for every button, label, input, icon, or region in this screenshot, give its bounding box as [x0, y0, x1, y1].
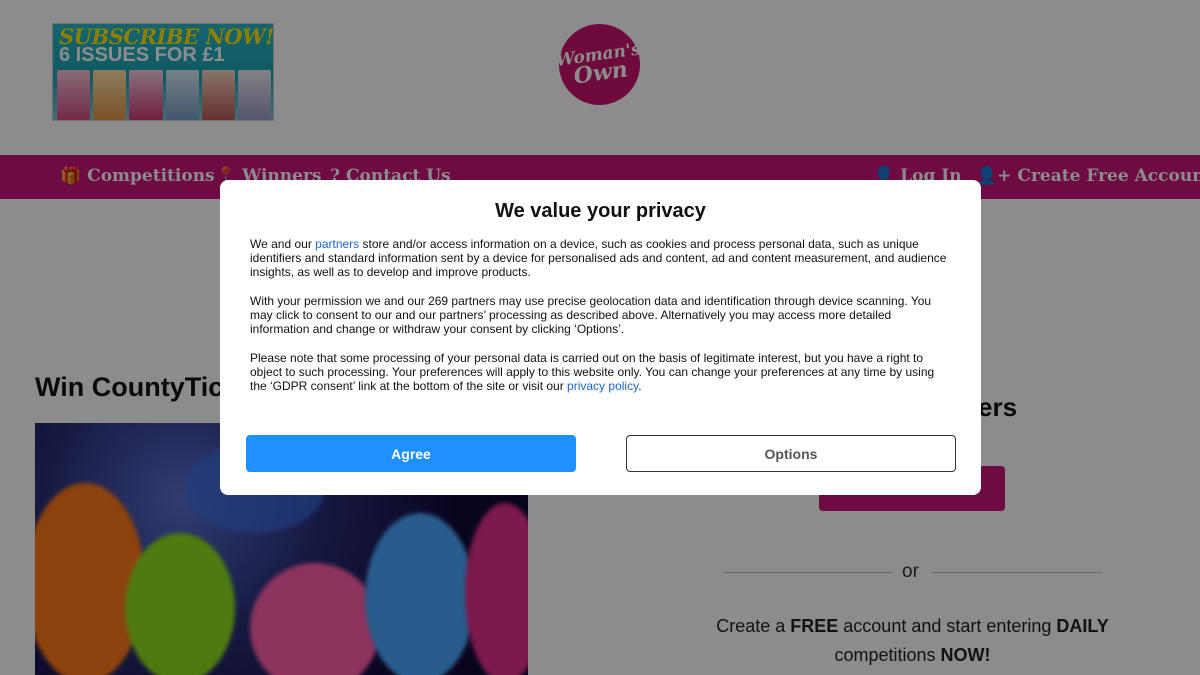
- partners-link[interactable]: partners: [315, 237, 359, 251]
- agree-button[interactable]: Agree: [246, 435, 576, 472]
- consent-title: We value your privacy: [495, 200, 706, 222]
- privacy-policy-link[interactable]: privacy policy: [567, 379, 638, 393]
- consent-dialog: We value your privacy We and our partner…: [220, 180, 981, 495]
- options-button[interactable]: Options: [626, 435, 956, 472]
- consent-paragraph-3: Please note that some processing of your…: [250, 351, 935, 393]
- consent-paragraph-2: With your permission we and our 269 part…: [250, 294, 932, 336]
- consent-paragraph-1: We and our partners store and/or access …: [250, 237, 947, 279]
